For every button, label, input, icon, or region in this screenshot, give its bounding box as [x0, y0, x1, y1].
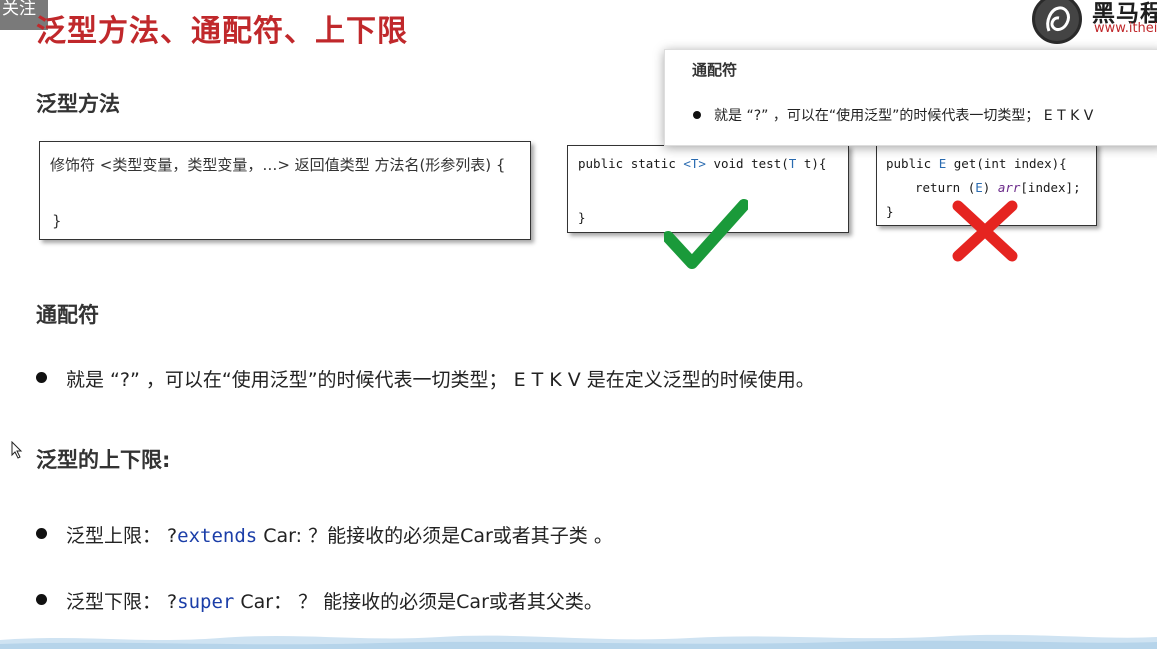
- code-token: test(: [751, 156, 789, 171]
- code-token: E: [938, 156, 947, 171]
- bullet-dot: [36, 594, 47, 605]
- code-token: index){: [1013, 156, 1067, 171]
- footer-decoration: [0, 634, 1157, 649]
- bullet-dot: [36, 528, 47, 539]
- code-token: get(: [953, 156, 984, 171]
- bad-code-line3: }: [886, 204, 894, 219]
- logo-url: www.ithei: [1094, 21, 1157, 36]
- bullet-dot: [36, 372, 47, 383]
- code-token: T: [788, 156, 797, 171]
- generic-method-heading: 泛型方法: [36, 92, 120, 116]
- code-token: return: [915, 180, 961, 195]
- wildcard-heading: 通配符: [36, 303, 99, 327]
- bounds-heading: 泛型的上下限:: [36, 448, 171, 472]
- bad-code-line1: public E get(int index){: [886, 156, 1067, 171]
- extends-keyword: extends: [177, 525, 258, 547]
- popup-text: 就是 “?” ，可以在“使用泛型”的时候代表一切类型； E T K V: [714, 108, 1094, 124]
- wildcard-bullet-text: 就是 “?” ，可以在“使用泛型”的时候代表一切类型； E T K V 是在定义…: [66, 369, 815, 391]
- logo-icon: [1032, 0, 1082, 44]
- code-token: E: [975, 180, 983, 195]
- code-token: int: [983, 156, 1007, 171]
- popup-panel[interactable]: 通配符 就是 “?” ，可以在“使用泛型”的时候代表一切类型； E T K V: [664, 49, 1157, 146]
- code-token: <T>: [683, 156, 706, 171]
- code-token: arr: [997, 180, 1021, 195]
- slide-title: 泛型方法、通配符、上下限: [36, 14, 408, 49]
- code-token: public: [578, 156, 624, 171]
- code-token: public: [886, 156, 932, 171]
- super-keyword: super: [177, 591, 235, 613]
- checkmark-icon: [664, 199, 748, 269]
- code-token: t){: [803, 156, 827, 171]
- syntax-close: }: [52, 212, 62, 230]
- code-token: [index];: [1020, 180, 1081, 195]
- syntax-line: 修饰符 <类型变量，类型变量，…> 返回值类型 方法名(形参列表) {: [50, 156, 506, 174]
- cross-icon: [952, 200, 1018, 262]
- follow-label: 关注: [2, 0, 36, 19]
- bad-code-line2: return (E) arr[index];: [915, 180, 1081, 195]
- code-token: void: [713, 156, 744, 171]
- generic-method-syntax-box: 修饰符 <类型变量，类型变量，…> 返回值类型 方法名(形参列表) { }: [39, 141, 531, 240]
- bullet-dot: [693, 111, 701, 119]
- good-code-line1: public static <T> void test(T t){: [578, 156, 826, 171]
- upper-bound-text: 泛型上限： ?extends Car: ？能接收的必须是Car或者其子类 。: [66, 521, 613, 548]
- mouse-cursor-icon: [11, 441, 23, 459]
- code-token: ): [982, 180, 991, 195]
- code-token: static: [630, 156, 676, 171]
- upper-bound-desc: Car: ？能接收的必须是Car或者其子类 。: [257, 525, 613, 547]
- lower-bound-text: 泛型下限： ?super Car： ？ 能接收的必须是Car或者其父类。: [66, 587, 603, 614]
- lower-bound-label: 泛型下限： ?: [66, 591, 178, 613]
- popup-title: 通配符: [692, 61, 738, 79]
- good-code-line2: }: [578, 210, 586, 225]
- lower-bound-desc: Car： ？ 能接收的必须是Car或者其父类。: [234, 591, 603, 613]
- upper-bound-label: 泛型上限： ?: [66, 525, 178, 547]
